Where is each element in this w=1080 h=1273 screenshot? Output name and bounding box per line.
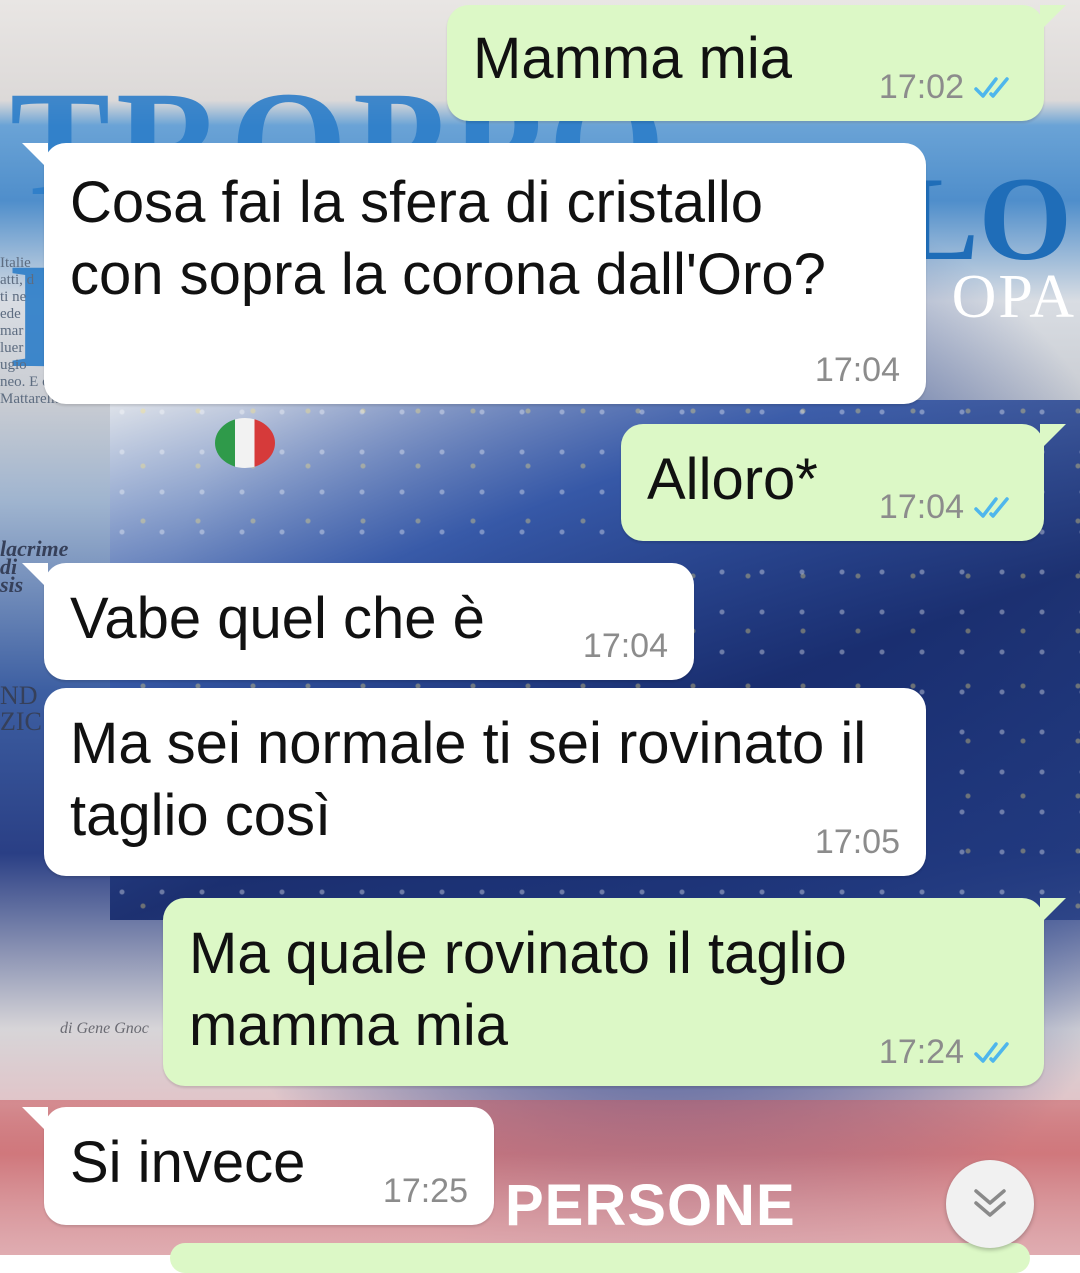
message-time: 17:04 <box>878 488 964 526</box>
message-bubble-outgoing[interactable]: Mamma mia 17:02 <box>447 5 1066 121</box>
wallpaper-flag-emblem <box>215 418 275 468</box>
double-check-icon <box>974 497 1009 518</box>
message-bubble-incoming[interactable]: Ma sei normale ti sei rovinato il taglio… <box>44 688 926 876</box>
message-meta: 17:04 <box>879 487 1018 527</box>
message-time: 17:04 <box>814 351 900 389</box>
wallpaper-bottom-word: PERSONE <box>505 1173 796 1238</box>
message-meta: 17:25 <box>383 1171 468 1211</box>
message-meta: 17:02 <box>879 67 1018 107</box>
message-bubble-incoming[interactable]: Vabe quel che è 17:04 <box>22 563 694 680</box>
double-check-icon <box>974 1042 1009 1063</box>
message-bubble-incoming[interactable]: Si invece 17:25 <box>22 1107 494 1225</box>
message-time: 17:02 <box>878 68 964 106</box>
wallpaper-caption: di Gene Gnoc <box>60 1020 149 1037</box>
message-meta: 17:04 <box>583 626 668 666</box>
message-bubble-incoming[interactable]: Cosa fai la sfera di cristallo con sopra… <box>22 143 926 404</box>
message-text: Vabe quel che è <box>70 586 485 651</box>
chevron-double-down-icon <box>974 1189 1006 1217</box>
double-check-icon <box>974 77 1009 98</box>
wallpaper-headline-subtext: OPA <box>951 263 1076 331</box>
scroll-to-bottom-button[interactable] <box>946 1160 1034 1248</box>
message-bubble-outgoing-partial[interactable] <box>170 1243 1030 1273</box>
wallpaper-side-text-2: ND ZIC <box>0 681 42 736</box>
message-time: 17:04 <box>582 627 668 665</box>
message-text: Ma sei normale ti sei rovinato il taglio… <box>70 711 867 848</box>
message-bubble-outgoing[interactable]: Ma quale rovinato il taglio mamma mia 17… <box>163 898 1066 1086</box>
message-text: Cosa fai la sfera di cristallo con sopra… <box>70 170 826 307</box>
message-time: 17:24 <box>878 1033 964 1071</box>
message-meta: 17:05 <box>815 822 900 862</box>
message-meta: 17:04 <box>815 350 900 390</box>
message-meta: 17:24 <box>879 1032 1018 1072</box>
message-time: 17:25 <box>382 1172 468 1210</box>
message-time: 17:05 <box>814 823 900 861</box>
message-bubble-outgoing[interactable]: Alloro* 17:04 <box>621 424 1066 541</box>
